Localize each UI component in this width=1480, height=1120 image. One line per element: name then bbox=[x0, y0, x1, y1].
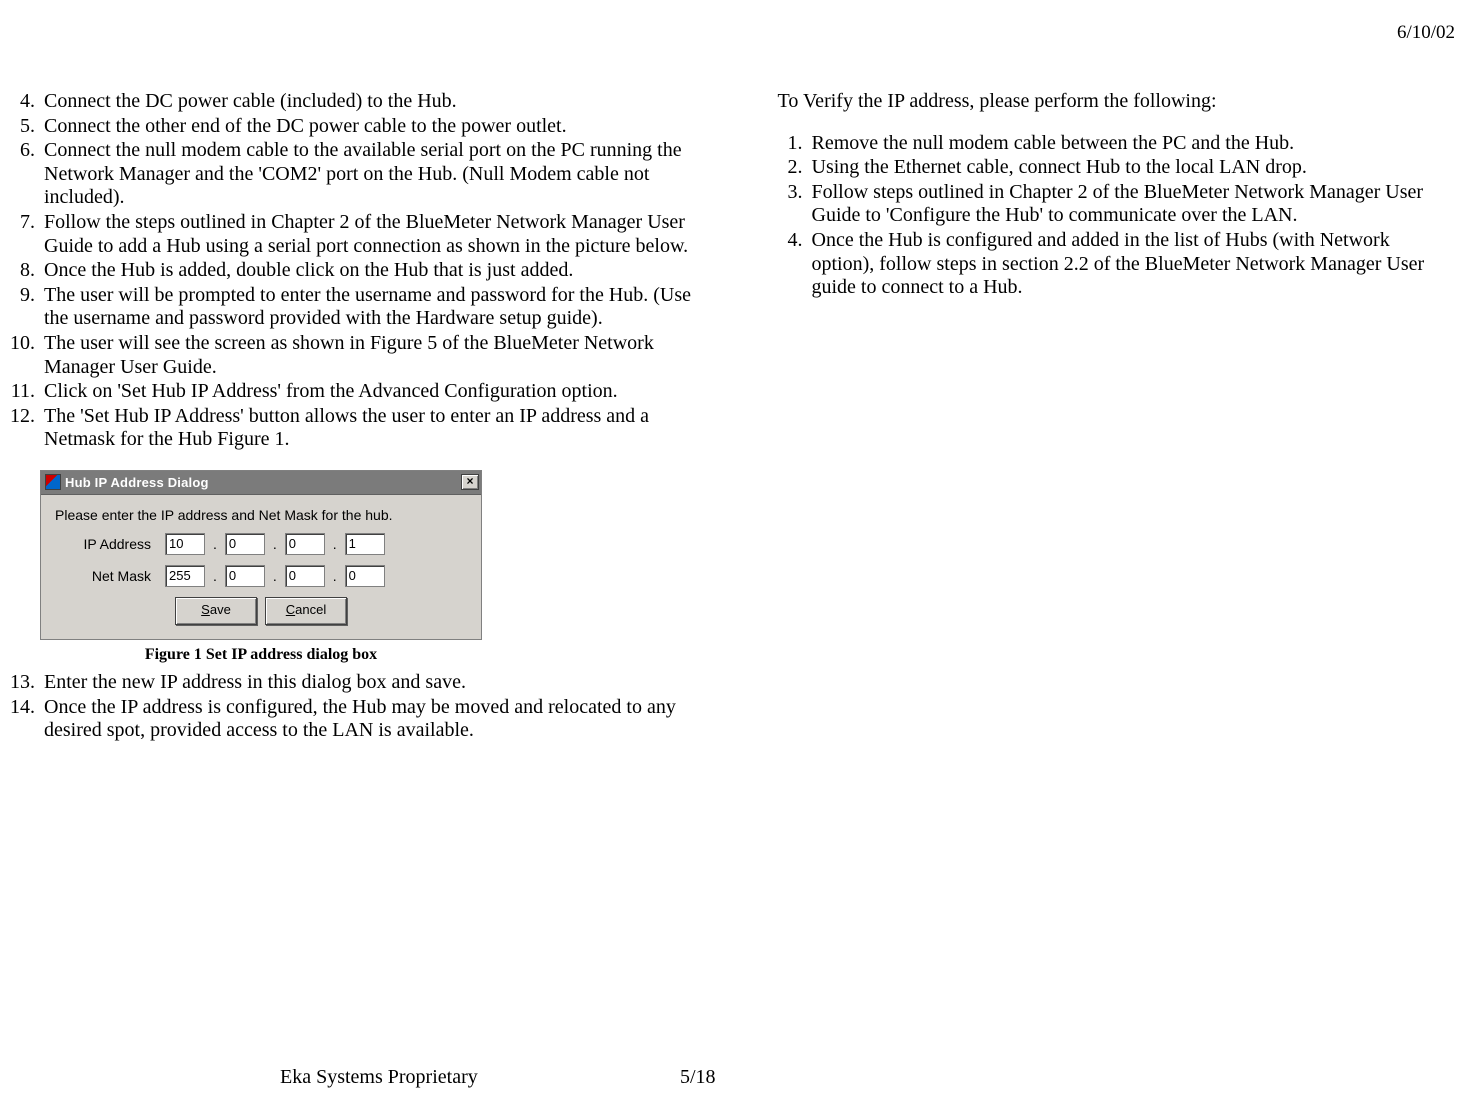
netmask-label: Net Mask bbox=[55, 568, 165, 585]
ip-address-row: IP Address 10 . 0 . 0 . 1 bbox=[55, 533, 467, 555]
list-item: Connect the other end of the DC power ca… bbox=[40, 115, 718, 139]
list-item: Connect the DC power cable (included) to… bbox=[40, 90, 718, 114]
ip-octet-3[interactable]: 0 bbox=[285, 533, 325, 555]
left-ordered-list-resume: Enter the new IP address in this dialog … bbox=[10, 671, 718, 743]
list-item: The user will see the screen as shown in… bbox=[40, 332, 718, 379]
right-column: To Verify the IP address, please perform… bbox=[748, 90, 1456, 744]
right-intro: To Verify the IP address, please perform… bbox=[748, 90, 1456, 114]
dialog-prompt: Please enter the IP address and Net Mask… bbox=[55, 507, 467, 524]
ip-octet-2[interactable]: 0 bbox=[225, 533, 265, 555]
list-item: Follow steps outlined in Chapter 2 of th… bbox=[808, 181, 1456, 228]
page-root: 6/10/02 Connect the DC power cable (incl… bbox=[0, 0, 1480, 1120]
netmask-row: Net Mask 255 . 0 . 0 . 0 bbox=[55, 565, 467, 587]
cancel-button[interactable]: Cancel bbox=[265, 597, 347, 625]
mask-octet-3[interactable]: 0 bbox=[285, 565, 325, 587]
ip-octet-4[interactable]: 1 bbox=[345, 533, 385, 555]
save-button[interactable]: Save bbox=[175, 597, 257, 625]
dialog-body: Please enter the IP address and Net Mask… bbox=[41, 495, 481, 640]
dot-icon: . bbox=[205, 568, 225, 585]
list-item: Follow the steps outlined in Chapter 2 o… bbox=[40, 211, 718, 258]
list-item: The user will be prompted to enter the u… bbox=[40, 284, 718, 331]
dialog-button-row: Save Cancel bbox=[55, 597, 467, 625]
dot-icon: . bbox=[265, 568, 285, 585]
dialog-titlebar: Hub IP Address Dialog × bbox=[41, 471, 481, 495]
mask-octet-1[interactable]: 255 bbox=[165, 565, 205, 587]
figure-caption: Figure 1 Set IP address dialog box bbox=[40, 646, 482, 665]
right-ordered-list: Remove the null modem cable between the … bbox=[778, 132, 1456, 300]
figure-block: Hub IP Address Dialog × Please enter the… bbox=[40, 470, 718, 665]
list-item: Enter the new IP address in this dialog … bbox=[40, 671, 718, 695]
list-item: Once the Hub is configured and added in … bbox=[808, 229, 1456, 300]
list-item: Using the Ethernet cable, connect Hub to… bbox=[808, 156, 1456, 180]
dot-icon: . bbox=[265, 536, 285, 553]
list-item: Once the Hub is added, double click on t… bbox=[40, 259, 718, 283]
dialog-app-icon bbox=[45, 474, 61, 490]
dot-icon: . bbox=[325, 568, 345, 585]
close-icon[interactable]: × bbox=[461, 474, 479, 490]
dot-icon: . bbox=[325, 536, 345, 553]
ip-address-dialog: Hub IP Address Dialog × Please enter the… bbox=[40, 470, 482, 641]
mask-octet-4[interactable]: 0 bbox=[345, 565, 385, 587]
dialog-title: Hub IP Address Dialog bbox=[65, 475, 461, 490]
footer-proprietary: Eka Systems Proprietary bbox=[280, 1066, 478, 1089]
list-item: Once the IP address is configured, the H… bbox=[40, 696, 718, 743]
list-item: Click on 'Set Hub IP Address' from the A… bbox=[40, 380, 718, 404]
left-ordered-list: Connect the DC power cable (included) to… bbox=[10, 90, 718, 452]
ip-octet-1[interactable]: 10 bbox=[165, 533, 205, 555]
mask-octet-2[interactable]: 0 bbox=[225, 565, 265, 587]
dot-icon: . bbox=[205, 536, 225, 553]
left-column: Connect the DC power cable (included) to… bbox=[10, 90, 718, 744]
content-columns: Connect the DC power cable (included) to… bbox=[10, 90, 1455, 744]
list-item: Connect the null modem cable to the avai… bbox=[40, 139, 718, 210]
list-item: Remove the null modem cable between the … bbox=[808, 132, 1456, 156]
page-date: 6/10/02 bbox=[1397, 22, 1455, 44]
list-item: The 'Set Hub IP Address' button allows t… bbox=[40, 405, 718, 452]
footer-page-number: 5/18 bbox=[680, 1066, 716, 1089]
ip-address-label: IP Address bbox=[55, 536, 165, 553]
